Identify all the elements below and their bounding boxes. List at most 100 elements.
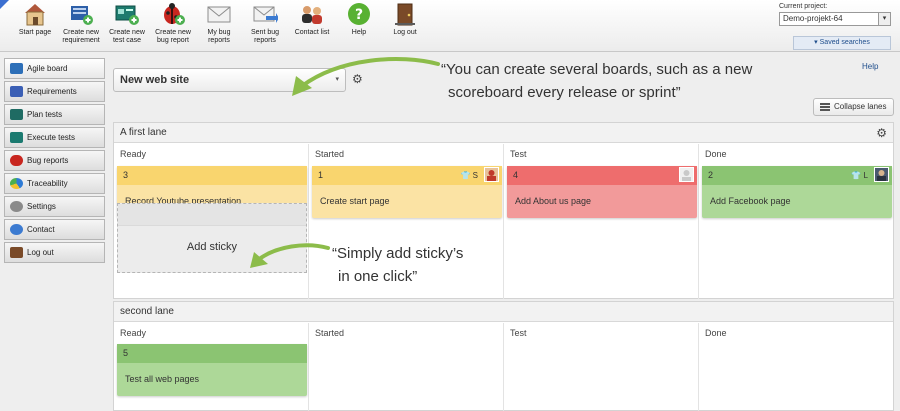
sidebar-item-execute-tests[interactable]: Execute tests	[4, 127, 105, 148]
lane-title-text: A first lane	[120, 127, 167, 138]
sidebar-item-label: Plan tests	[27, 110, 63, 119]
column-header: Ready	[120, 328, 147, 338]
sticky-text: Add Facebook page	[710, 196, 791, 206]
lane-settings-gear-icon[interactable]: ⚙	[876, 123, 887, 143]
sidebar-item-agile-board[interactable]: Agile board	[4, 58, 105, 79]
saved-searches-button[interactable]: ▾ Saved searches	[793, 36, 891, 50]
sticky-header: 2 👕 L	[702, 166, 892, 185]
sticky-text: Test all web pages	[125, 374, 200, 384]
column-header: Done	[705, 328, 727, 338]
create-requirement-button[interactable]: Create new requirement	[55, 2, 107, 45]
start-page-label: Start page	[18, 29, 52, 36]
board-select-value: New web site	[120, 74, 190, 86]
sticky-header: 3	[117, 166, 307, 185]
current-project-label: Current project:	[779, 3, 828, 10]
callout-arrow-icon	[250, 243, 330, 268]
collapse-lanes-label: Collapse lanes	[834, 102, 887, 111]
sticky-header: 1 👕 S	[312, 166, 502, 185]
project-select[interactable]: Demo-projekt-64 ▾	[779, 12, 891, 26]
house-icon	[22, 2, 48, 26]
collapse-lanes-button[interactable]: Collapse lanes	[813, 98, 894, 116]
my-bugs-label-1: My bug	[207, 29, 231, 36]
callout-boards-line-2: scoreboard every release or sprint”	[448, 84, 681, 101]
sidebar-item-label: Contact	[27, 225, 55, 234]
callout-sticky-line-1: “Simply add sticky’s	[332, 245, 464, 262]
lane-first: A first lane ⚙ Ready 3 Record Youtube pr…	[113, 122, 894, 299]
sticky-text: Add About us page	[515, 196, 592, 206]
column-header: Started	[315, 149, 345, 159]
sidebar-item-contact[interactable]: Contact	[4, 219, 105, 240]
sticky-card[interactable]: 4 Add About us page	[507, 166, 697, 218]
tshirt-icon: 👕	[460, 171, 471, 180]
sidebar-item-label: Settings	[27, 202, 56, 211]
contact-icon	[10, 224, 23, 235]
help-button[interactable]: ? Help	[333, 2, 385, 37]
sticky-header: 4	[507, 166, 697, 185]
column-header: Test	[510, 149, 527, 159]
sidebar-item-plan-tests[interactable]: Plan tests	[4, 104, 105, 125]
requirements-icon	[10, 86, 23, 97]
sticky-id: 3	[123, 170, 129, 180]
chevron-down-icon: ▾	[878, 13, 890, 25]
sticky-card[interactable]: 5 Test all web pages	[117, 344, 307, 396]
door-icon	[392, 2, 418, 26]
callout-arrow-icon	[292, 57, 440, 96]
create-bug-report-button[interactable]: Create new bug report	[147, 2, 199, 45]
sticky-id: 1	[318, 170, 324, 180]
sticky-card[interactable]: 2 👕 L Add Facebook page	[702, 166, 892, 218]
column-header: Ready	[120, 149, 147, 159]
my-bugs-label-2: reports	[208, 37, 230, 44]
log-out-button[interactable]: Log out	[379, 2, 431, 37]
create-requirement-label-2: requirement	[62, 37, 100, 44]
add-sticky-stripe	[118, 204, 306, 226]
test-case-add-icon	[114, 2, 140, 26]
current-project: Current project: Demo-projekt-64 ▾	[779, 3, 891, 26]
sticky-size: 👕 S	[460, 166, 478, 185]
sidebar-item-log-out[interactable]: Log out	[4, 242, 105, 263]
lane-second: second lane Ready 5 Test all web pages S…	[113, 301, 894, 411]
sidebar-item-traceability[interactable]: Traceability	[4, 173, 105, 194]
lane-title-text: second lane	[120, 306, 174, 317]
plan-tests-icon	[10, 109, 23, 120]
column-header: Test	[510, 328, 527, 338]
execute-tests-icon	[10, 132, 23, 143]
sidebar-item-label: Bug reports	[27, 156, 69, 165]
lane-title: A first lane ⚙	[114, 123, 893, 143]
sticky-card[interactable]: 1 👕 S Create start page	[312, 166, 502, 218]
my-bug-reports-button[interactable]: My bug reports	[193, 2, 245, 45]
envelope-icon	[206, 2, 232, 26]
menu-icon	[820, 103, 830, 111]
sidebar-item-requirements[interactable]: Requirements	[4, 81, 105, 102]
sidebar-item-bug-reports[interactable]: Bug reports	[4, 150, 105, 171]
help-label: Help	[351, 29, 367, 36]
sent-bug-reports-button[interactable]: Sent bug reports	[239, 2, 291, 45]
column-header: Done	[705, 149, 727, 159]
sticky-id: 4	[513, 170, 519, 180]
sticky-size-text: S	[472, 171, 478, 180]
create-test-case-label-2: test case	[112, 37, 141, 44]
callout-boards-line-1: “You can create several boards, such as …	[441, 61, 753, 78]
callout-sticky-line-2: in one click”	[338, 268, 418, 285]
ladybug-icon	[10, 155, 23, 166]
sticky-size-text: L	[863, 171, 868, 180]
sidebar-item-label: Traceability	[27, 179, 68, 188]
sidebar-item-label: Agile board	[27, 64, 68, 73]
log-out-label: Log out	[393, 29, 417, 36]
ladybug-icon	[160, 2, 186, 26]
help-icon: ?	[346, 2, 372, 26]
svg-text:?: ?	[355, 7, 363, 23]
lane-column-ready: Ready 3 Record Youtube presentation Add …	[114, 144, 309, 299]
agile-board-icon	[10, 63, 23, 74]
lane-column-done: Done	[699, 323, 894, 411]
help-link[interactable]: Help	[862, 62, 878, 71]
sidebar-item-settings[interactable]: Settings	[4, 196, 105, 217]
contact-list-button[interactable]: Contact list	[286, 2, 338, 37]
create-test-case-button[interactable]: Create new test case	[101, 2, 153, 45]
pie-chart-icon	[10, 178, 23, 189]
lane-column-done: Done 2 👕 L Add Facebook page	[699, 144, 894, 299]
start-page-button[interactable]: Start page	[9, 2, 61, 37]
sticky-text: Create start page	[320, 196, 390, 206]
sidebar-item-label: Log out	[27, 248, 54, 257]
create-bug-label-1: Create new	[155, 29, 191, 36]
lane-column-test: Test	[504, 323, 699, 411]
